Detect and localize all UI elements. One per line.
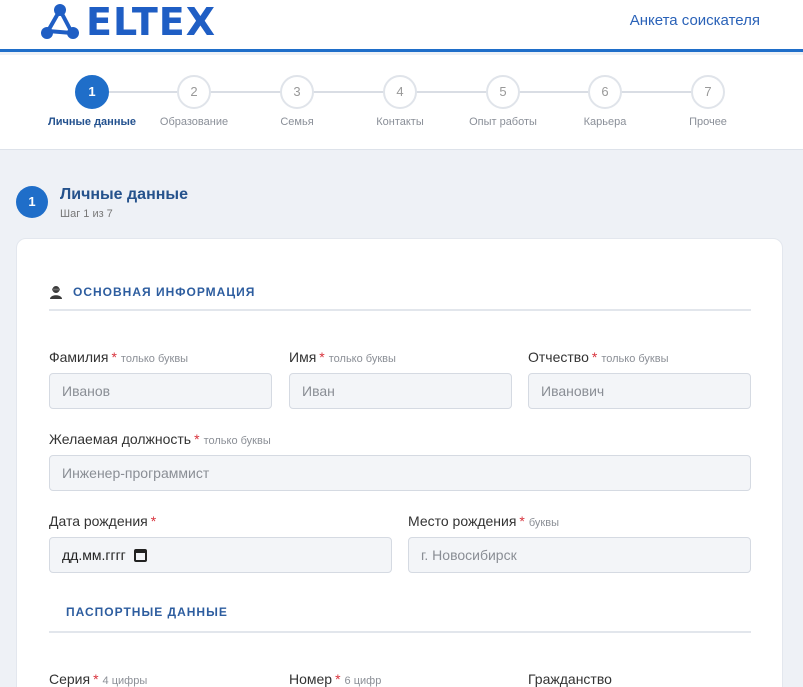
passport-heading: Паспортные данные	[66, 605, 228, 619]
number-label: Номер * 6 цифр	[289, 671, 381, 687]
step-6[interactable]: 6 Карьера	[545, 75, 665, 128]
applicant-form-link[interactable]: Анкета соискателя	[630, 12, 760, 29]
basic-info-title: Основная информация	[73, 285, 256, 299]
section-subtitle: Шаг 1 из 7	[60, 208, 113, 220]
basic-info-divider	[49, 309, 751, 311]
required-mark: *	[150, 513, 157, 529]
label-text: Фамилия	[49, 349, 109, 365]
label-text: Отчество	[528, 349, 589, 365]
step-label: Семья	[280, 116, 314, 128]
step-label: Образование	[159, 116, 229, 128]
label-text: Желаемая должность	[49, 431, 192, 447]
required-mark: *	[111, 349, 117, 365]
step-number: 6	[588, 75, 622, 109]
step-2[interactable]: 2 Образование	[134, 75, 254, 128]
label-text: Серия	[49, 671, 91, 687]
label-text: Номер	[289, 671, 333, 687]
field-hint: 4 цифры	[102, 675, 148, 687]
field-hint: только буквы	[203, 435, 271, 447]
required-mark: *	[591, 349, 598, 365]
field-hint: только буквы	[120, 353, 189, 365]
step-number: 2	[177, 75, 211, 109]
step-label: Карьера	[583, 116, 627, 128]
required-mark: *	[319, 349, 325, 365]
step-number: 5	[486, 75, 520, 109]
birth-place-input[interactable]	[408, 537, 751, 573]
required-mark: *	[519, 513, 525, 529]
step-number: 3	[280, 75, 314, 109]
field-hint: 6 цифр	[344, 675, 382, 687]
birth-place-label: Место рождения * буквы	[408, 513, 559, 529]
required-mark: *	[194, 431, 200, 447]
eltex-logo[interactable]: ELTEX	[40, 3, 216, 41]
date-value: дд.мм.гггг	[62, 547, 126, 563]
position-input[interactable]	[49, 455, 751, 491]
step-7[interactable]: 7 Прочее	[648, 75, 768, 128]
label-text: Имя	[289, 349, 317, 365]
birth-date-input[interactable]: дд.мм.гггг	[49, 537, 392, 573]
position-label: Желаемая должность * только буквы	[49, 431, 271, 447]
step-4[interactable]: 4 Контакты	[340, 75, 460, 128]
patronymic-label: Отчество * только буквы	[528, 349, 669, 365]
first-name-label: Имя * только буквы	[289, 349, 396, 365]
step-number: 7	[691, 75, 725, 109]
app-header: ELTEX Анкета соискателя	[0, 0, 803, 52]
step-3[interactable]: 3 Семья	[237, 75, 357, 128]
form-card: Основная информация Фамилия * только буквы…	[16, 238, 783, 687]
series-label: Серия * 4 цифры	[49, 671, 147, 687]
label-text: Место рождения	[408, 513, 517, 529]
label-text: Дата рождения	[49, 513, 148, 529]
patronymic-input[interactable]	[528, 373, 751, 409]
passport-title: Паспортные данные	[66, 605, 228, 619]
last-name-input[interactable]	[49, 373, 272, 409]
citizenship-label: Гражданство	[528, 671, 612, 687]
section-number-badge: 1	[16, 186, 48, 218]
molecule-icon	[41, 4, 79, 39]
step-label: Прочее	[689, 116, 727, 128]
section-title: Личные данные	[60, 186, 188, 203]
step-number: 1	[75, 75, 109, 109]
field-hint: буквы	[528, 517, 559, 529]
required-mark: *	[93, 671, 99, 687]
basic-info-heading: Основная информация	[49, 285, 255, 299]
field-hint: только буквы	[601, 353, 669, 365]
first-name-input[interactable]	[289, 373, 512, 409]
field-hint: только буквы	[328, 353, 396, 365]
last-name-label: Фамилия * только буквы	[49, 349, 188, 365]
passport-divider	[49, 631, 751, 633]
birth-date-label: Дата рождения *	[49, 513, 156, 529]
label-text: Гражданство	[528, 671, 612, 687]
required-mark: *	[335, 671, 341, 687]
progress-stepper: 1 Личные данные 2 Образование 3 Семья 4 …	[0, 55, 803, 150]
logo-text: ELTEX	[86, 0, 217, 44]
step-number: 4	[383, 75, 417, 109]
step-label: Контакты	[376, 116, 424, 128]
person-icon	[50, 286, 62, 299]
calendar-icon[interactable]	[133, 548, 147, 562]
